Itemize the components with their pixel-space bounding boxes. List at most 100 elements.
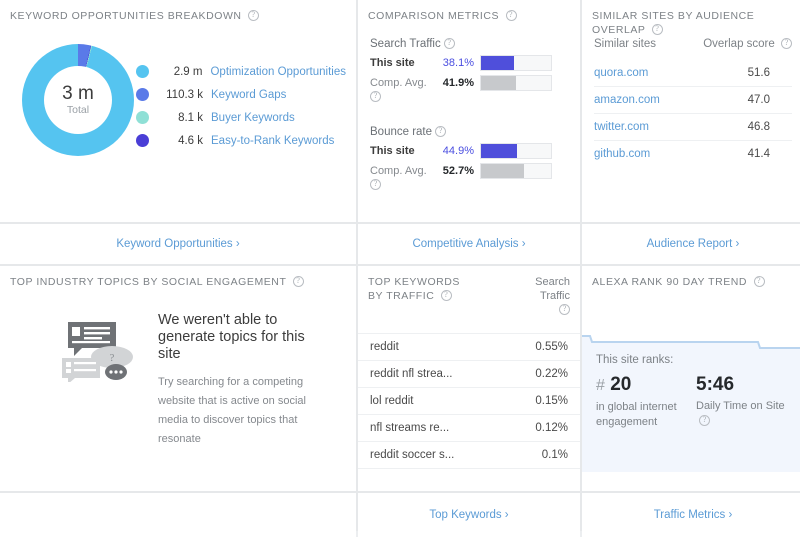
metric-row-label-text: This site [370, 57, 415, 69]
metric-row-label: Comp. Avg.? [370, 76, 432, 104]
link-top-keywords[interactable]: Top Keywords › [358, 493, 580, 537]
overlap-score-value: 41.4 [747, 148, 770, 160]
link-competitive-analysis[interactable]: Competitive Analysis › [358, 224, 580, 264]
table-row: reddit nfl strea... 0.22% [358, 361, 580, 388]
panel-keyword-opportunities: KEYWORD OPPORTUNITIES BREAKDOWN ? 3 m To… [0, 0, 356, 222]
legend-item[interactable]: 110.3 k Keyword Gaps [136, 83, 346, 106]
link-audience-report[interactable]: Audience Report › [582, 224, 800, 264]
help-icon[interactable]: ? [651, 24, 663, 36]
link-keyword-opportunities[interactable]: Keyword Opportunities › [0, 224, 356, 264]
legend-label[interactable]: Easy-to-Rank Keywords [211, 135, 334, 147]
legend-label[interactable]: Keyword Gaps [211, 89, 286, 101]
panel-comparison-metrics: COMPARISON METRICS ? Search Traffic? This… [358, 0, 580, 222]
metric-bar-track [480, 75, 552, 91]
metric-bar-track [480, 163, 552, 179]
metric-row-value: 38.1% [442, 57, 474, 69]
metric-group-title: Search Traffic? [370, 37, 570, 50]
metric-row-label: This site [370, 56, 432, 70]
top-keywords-header: TOP KEYWORDS BY TRAFFIC ? Search Traffic… [358, 266, 580, 317]
empty-state-title: We weren't able to generate topics for t… [158, 312, 305, 362]
metric-group: Bounce rate? This site 44.9% Comp. Avg.? 52.… [370, 125, 570, 197]
table-row: amazon.com 47.0 [594, 87, 792, 114]
legend-item[interactable]: 4.6 k Easy-to-Rank Keywords [136, 129, 346, 152]
help-icon[interactable]: ? [248, 10, 260, 22]
empty-state: ? We weren't able to generate topics for… [60, 312, 308, 449]
metric-row: Comp. Avg.? 41.9% [370, 75, 570, 104]
help-icon[interactable]: ? [753, 276, 765, 288]
help-icon[interactable]: ? [440, 290, 452, 302]
metric-bar-fill [481, 144, 518, 158]
keyword-donut-chart: 3 m Total [22, 44, 134, 156]
panel-title-keyword-opportunities: KEYWORD OPPORTUNITIES BREAKDOWN ? [0, 0, 356, 23]
table-row: github.com 41.4 [594, 141, 792, 167]
help-icon[interactable]: ? [370, 179, 381, 191]
donut-legend: 2.9 m Optimization Opportunities 110.3 k Ke… [136, 60, 346, 152]
column-header-line1: Search [535, 276, 570, 288]
keyword-term[interactable]: reddit [370, 341, 535, 353]
help-icon[interactable]: ? [370, 91, 381, 103]
column-header-overlap-score: Overlap score ? [703, 37, 792, 50]
help-icon[interactable]: ? [699, 415, 710, 427]
keyword-term[interactable]: reddit soccer s... [370, 449, 542, 461]
metric-group-title: Bounce rate? [370, 125, 570, 138]
panel-alexa-rank: ALEXA RANK 90 DAY TREND ? This site rank… [582, 266, 800, 491]
panel-title-top-keywords: TOP KEYWORDS BY TRAFFIC ? [368, 275, 514, 303]
legend-color-swatch [136, 134, 149, 147]
empty-state-text: We weren't able to generate topics for t… [150, 312, 308, 449]
panel-title-line2: BY TRAFFIC [368, 290, 435, 302]
similar-site-link[interactable]: twitter.com [594, 121, 748, 133]
help-icon[interactable]: ? [435, 125, 447, 137]
help-icon[interactable]: ? [292, 276, 304, 288]
metric-group-title-label: Bounce rate [370, 126, 433, 138]
panel-title-line1: TOP KEYWORDS [368, 276, 460, 288]
rank-lead-text: This site ranks: [596, 354, 674, 366]
legend-color-swatch [136, 65, 149, 78]
legend-item[interactable]: 2.9 m Optimization Opportunities [136, 60, 346, 83]
similar-site-link[interactable]: github.com [594, 148, 748, 160]
help-icon[interactable]: ? [505, 10, 517, 22]
metric-row-value: 41.9% [442, 77, 474, 89]
donut-center: 3 m Total [44, 66, 112, 134]
panel-similar-sites: SIMILAR SITES BY AUDIENCE OVERLAP ? Simi… [582, 0, 800, 222]
daily-time-value: 5:46 [696, 374, 735, 395]
rank-number: 20 [610, 374, 632, 395]
top-keywords-list: reddit 0.55% reddit nfl strea... 0.22% lol r… [358, 333, 580, 469]
help-icon[interactable]: ? [559, 304, 570, 316]
legend-item[interactable]: 8.1 k Buyer Keywords [136, 106, 346, 129]
column-header-site: Similar sites [594, 38, 656, 50]
metric-row-label: Comp. Avg.? [370, 164, 432, 192]
help-icon[interactable]: ? [781, 37, 792, 49]
help-icon[interactable]: ? [443, 37, 455, 49]
daily-time-caption: Daily Time on Site ? [696, 399, 796, 429]
keyword-traffic-value: 0.12% [535, 422, 568, 434]
panel-title-similar-sites: SIMILAR SITES BY AUDIENCE OVERLAP ? [582, 0, 800, 37]
metric-group-title-label: Search Traffic [370, 38, 441, 50]
keyword-term[interactable]: reddit nfl strea... [370, 368, 535, 380]
similar-site-link[interactable]: amazon.com [594, 94, 748, 106]
similar-sites-header-row: Similar sites Overlap score ? [594, 37, 792, 50]
panel-title-text: SIMILAR SITES BY AUDIENCE OVERLAP [592, 10, 755, 37]
column-header-overlap-score-label: Overlap score [703, 38, 775, 50]
column-header-line2: Traffic [540, 290, 570, 302]
link-social-topics-placeholder [0, 493, 356, 537]
legend-label[interactable]: Buyer Keywords [211, 112, 295, 124]
table-row: quora.com 51.6 [594, 60, 792, 87]
panel-social-topics: TOP INDUSTRY TOPICS BY SOCIAL ENGAGEMENT… [0, 266, 356, 491]
empty-state-body: Try searching for a competing website th… [158, 376, 306, 445]
metric-bar-fill [481, 76, 516, 90]
keyword-term[interactable]: lol reddit [370, 395, 535, 407]
panel-title-text: COMPARISON METRICS [368, 10, 500, 23]
svg-text:?: ? [110, 352, 115, 364]
legend-value: 110.3 k [166, 88, 203, 101]
global-rank-caption: in global internet engagement [596, 401, 677, 428]
legend-label[interactable]: Optimization Opportunities [210, 66, 346, 78]
panel-title-alexa-rank: ALEXA RANK 90 DAY TREND ? [582, 266, 800, 289]
link-traffic-metrics[interactable]: Traffic Metrics › [582, 493, 800, 537]
similar-site-link[interactable]: quora.com [594, 67, 748, 79]
legend-color-swatch [136, 88, 149, 101]
metric-bar-track [480, 55, 552, 71]
metric-bar-fill [481, 164, 525, 178]
keyword-traffic-value: 0.1% [541, 449, 568, 461]
keyword-term[interactable]: nfl streams re... [370, 422, 535, 434]
overlap-score-value: 51.6 [747, 67, 770, 79]
